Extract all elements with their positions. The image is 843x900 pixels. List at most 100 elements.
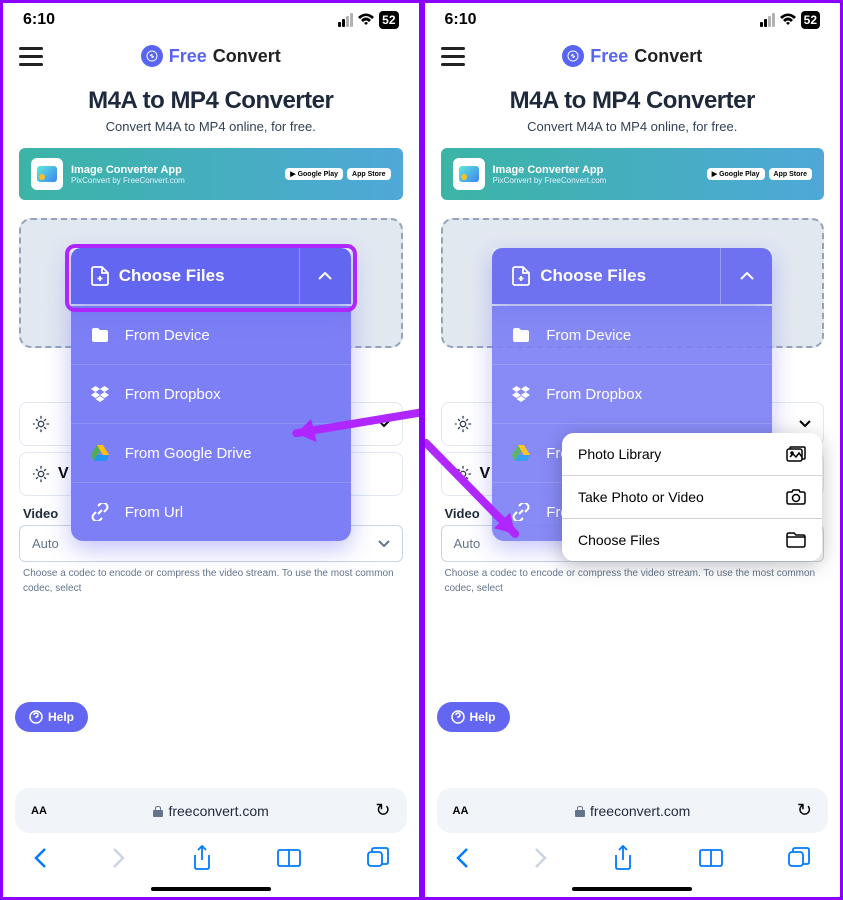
promo-title: Image Converter App [71,164,277,176]
browser-url-bar[interactable]: AA freeconvert.com ↻ [15,788,407,833]
gear-icon [32,465,50,483]
choose-files-button-group: Choose Files [492,248,772,304]
folder-icon [786,532,806,548]
chevron-down-icon [378,540,390,548]
file-source-dropdown: From Device From Dropbox From Google Dri… [71,306,351,541]
upload-dropzone[interactable]: Choose Files From Device From Dropbox Fr… [441,218,825,348]
gdrive-icon [91,444,109,462]
battery-icon: 52 [379,11,398,29]
from-dropbox-option[interactable]: From Dropbox [492,365,772,424]
forward-button[interactable] [534,847,548,869]
help-button[interactable]: Help [437,702,510,732]
share-button[interactable] [192,845,212,871]
file-add-icon [512,266,530,286]
url-text: freeconvert.com [57,803,366,819]
dropbox-icon [512,385,530,403]
native-file-picker-menu: Photo Library Take Photo or Video Choose… [562,433,822,561]
from-dropbox-option[interactable]: From Dropbox [71,365,351,424]
choose-files-option[interactable]: Choose Files [562,519,822,561]
chevron-up-icon [740,272,754,280]
status-time: 6:10 [23,11,55,29]
codec-help-text: Choose a codec to encode or compress the… [445,566,821,596]
page-subtitle: Convert M4A to MP4 online, for free. [425,119,841,134]
help-icon [451,710,465,724]
phone-screenshot-right: 6:10 52 FreeConvert M4A to MP4 Converter… [422,0,843,900]
back-button[interactable] [33,847,47,869]
forward-button[interactable] [112,847,126,869]
from-device-option[interactable]: From Device [71,306,351,365]
help-button[interactable]: Help [15,702,88,732]
bookmarks-button[interactable] [699,848,723,868]
app-header: FreeConvert [425,33,841,79]
bookmarks-button[interactable] [277,848,301,868]
logo[interactable]: FreeConvert [562,45,702,67]
settings-label: V [58,465,69,483]
status-time: 6:10 [445,11,477,29]
gear-icon [454,415,472,433]
google-play-badge[interactable]: ▶ Google Play [707,168,765,180]
phone-screenshot-left: 6:10 52 FreeConvert M4A to MP4 Converter… [0,0,422,900]
app-store-badge[interactable]: App Store [347,168,390,180]
chevron-down-icon [378,420,390,428]
wifi-icon [357,13,375,27]
promo-banner[interactable]: Image Converter App PixConvert by FreeCo… [19,148,403,200]
browser-url-bar[interactable]: AA freeconvert.com ↻ [437,788,829,833]
home-indicator [151,887,271,891]
promo-subtitle: PixConvert by FreeConvert.com [71,176,277,185]
logo-icon [141,45,163,67]
menu-button[interactable] [19,47,43,66]
promo-app-icon [453,158,485,190]
camera-icon [786,489,806,505]
folder-icon [91,326,109,344]
back-button[interactable] [455,847,469,869]
status-bar: 6:10 52 [3,3,419,33]
photo-library-option[interactable]: Photo Library [562,433,822,476]
folder-icon [512,326,530,344]
gdrive-icon [512,444,530,462]
logo-text-convert: Convert [213,46,281,67]
from-gdrive-option[interactable]: From Google Drive [71,424,351,483]
choose-files-dropdown-toggle[interactable] [720,248,772,304]
cell-signal-icon [338,13,353,27]
file-add-icon [91,266,109,286]
photo-library-icon [786,446,806,462]
promo-app-icon [31,158,63,190]
tabs-button[interactable] [367,847,389,869]
promo-banner[interactable]: Image Converter App PixConvert by FreeCo… [441,148,825,200]
status-icons: 52 [338,11,398,29]
menu-button[interactable] [441,47,465,66]
promo-title: Image Converter App [493,164,699,176]
choose-files-dropdown-toggle[interactable] [299,248,351,304]
dropbox-icon [91,385,109,403]
wifi-icon [779,13,797,27]
home-indicator [572,887,692,891]
text-size-button[interactable]: AA [453,805,469,817]
logo-text-free: Free [169,46,207,67]
logo-text-convert: Convert [634,46,702,67]
app-store-badge[interactable]: App Store [769,168,812,180]
logo[interactable]: Free Convert [141,45,281,67]
choose-files-button[interactable]: Choose Files [71,248,299,304]
tabs-button[interactable] [788,847,810,869]
choose-files-button-group: Choose Files [71,248,351,304]
promo-subtitle: PixConvert by FreeConvert.com [493,176,699,185]
status-bar: 6:10 52 [425,3,841,33]
gear-icon [32,415,50,433]
text-size-button[interactable]: AA [31,805,47,817]
reload-button[interactable]: ↻ [375,800,390,821]
help-icon [29,710,43,724]
cell-signal-icon [760,13,775,27]
page-title: M4A to MP4 Converter [441,87,825,115]
from-url-option[interactable]: From Url [71,483,351,541]
google-play-badge[interactable]: ▶ Google Play [285,168,343,180]
choose-files-button[interactable]: Choose Files [492,248,720,304]
upload-dropzone[interactable]: Choose Files From Device From Dropbox Fr… [19,218,403,348]
share-button[interactable] [613,845,633,871]
settings-label: V [480,465,491,483]
lock-icon [153,805,163,817]
from-device-option[interactable]: From Device [492,306,772,365]
battery-icon: 52 [801,11,820,29]
link-icon [91,503,109,521]
reload-button[interactable]: ↻ [797,800,812,821]
take-photo-option[interactable]: Take Photo or Video [562,476,822,519]
